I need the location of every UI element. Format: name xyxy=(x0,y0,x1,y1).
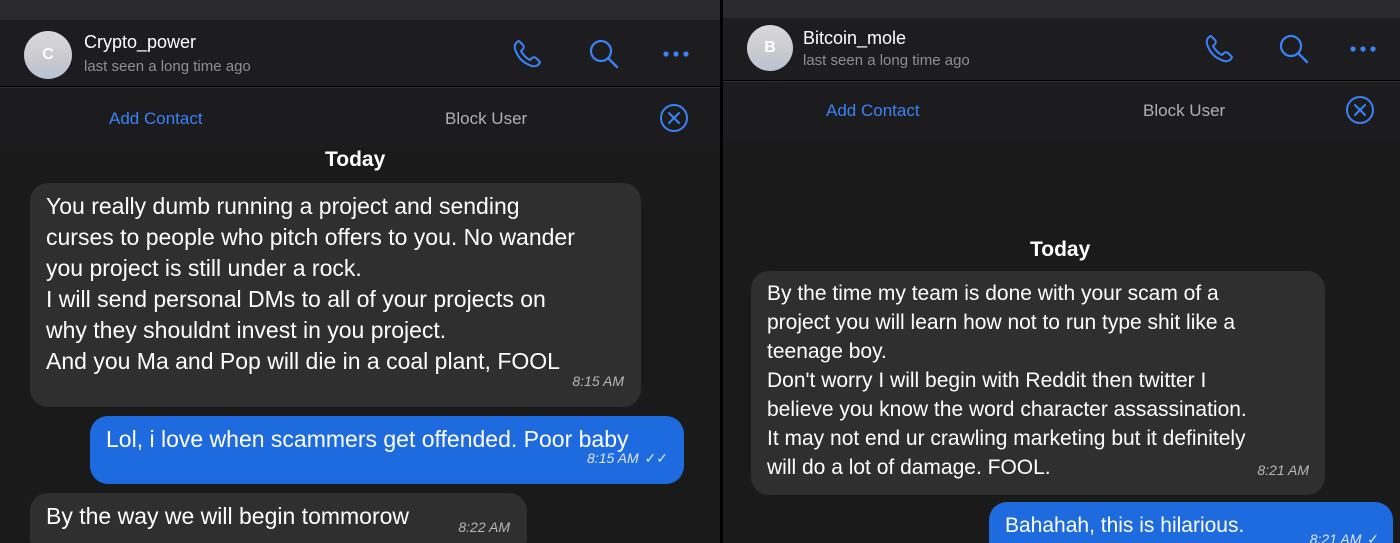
chat-header: B Bitcoin_mole last seen a long time ago xyxy=(723,18,1400,80)
message-text: By the time my team is done with your sc… xyxy=(767,282,1247,479)
add-contact-button[interactable]: Add Contact xyxy=(109,109,203,129)
contact-action-bar: Add Contact Block User xyxy=(723,81,1400,139)
search-icon[interactable] xyxy=(588,38,620,70)
message-text: You really dumb running a project and se… xyxy=(46,193,575,374)
chat-panel-right: B Bitcoin_mole last seen a long time ago… xyxy=(723,0,1400,543)
more-icon[interactable] xyxy=(1347,33,1379,65)
message-text: Lol, i love when scammers get offended. … xyxy=(106,426,629,452)
more-icon[interactable] xyxy=(660,38,692,70)
avatar[interactable]: C xyxy=(24,31,72,79)
read-receipt-icon: ✓ xyxy=(1367,531,1379,543)
date-divider: Today xyxy=(325,148,386,171)
message-bubble-outgoing[interactable]: Bahahah, this is hilarious. 8:21 AM ✓ xyxy=(989,502,1393,543)
contact-name[interactable]: Bitcoin_mole xyxy=(803,28,906,49)
chat-panel-left: C Crypto_power last seen a long time ago… xyxy=(0,0,720,543)
add-contact-button[interactable]: Add Contact xyxy=(826,101,920,121)
message-bubble-incoming[interactable]: You really dumb running a project and se… xyxy=(30,183,641,407)
read-receipt-icon: ✓✓ xyxy=(644,450,668,466)
search-icon[interactable] xyxy=(1278,33,1310,65)
window-top-strip xyxy=(0,0,720,20)
phone-icon[interactable] xyxy=(1203,33,1235,65)
close-circle-icon[interactable] xyxy=(659,103,689,133)
contact-action-bar: Add Contact Block User xyxy=(0,87,720,149)
message-bubble-incoming[interactable]: By the time my team is done with your sc… xyxy=(751,271,1325,495)
message-time: 8:21 AM xyxy=(1257,462,1309,478)
last-seen-status: last seen a long time ago xyxy=(84,58,251,75)
message-bubble-incoming[interactable]: By the way we will begin tommorow 8:22 A… xyxy=(30,493,527,543)
message-list[interactable]: Today By the time my team is done with y… xyxy=(723,138,1400,543)
block-user-button[interactable]: Block User xyxy=(1143,101,1225,121)
message-time: 8:22 AM xyxy=(458,519,510,535)
window-top-strip xyxy=(723,0,1400,18)
message-meta: 8:21 AM ✓ xyxy=(1310,524,1379,543)
date-divider: Today xyxy=(1030,238,1091,261)
chat-header: C Crypto_power last seen a long time ago xyxy=(0,20,720,86)
message-meta: 8:15 AM ✓✓ xyxy=(587,443,668,474)
message-time: 8:21 AM xyxy=(1309,531,1362,543)
message-time: 8:15 AM xyxy=(587,450,639,466)
last-seen-status: last seen a long time ago xyxy=(803,52,970,69)
message-time: 8:15 AM xyxy=(572,373,624,389)
avatar[interactable]: B xyxy=(747,25,793,71)
message-bubble-outgoing[interactable]: Lol, i love when scammers get offended. … xyxy=(90,416,684,484)
close-circle-icon[interactable] xyxy=(1345,95,1375,125)
message-text: By the way we will begin tommorow xyxy=(46,503,410,529)
phone-icon[interactable] xyxy=(511,38,543,70)
contact-name[interactable]: Crypto_power xyxy=(84,32,196,53)
block-user-button[interactable]: Block User xyxy=(445,109,527,129)
message-list[interactable]: Today You really dumb running a project … xyxy=(0,148,720,543)
